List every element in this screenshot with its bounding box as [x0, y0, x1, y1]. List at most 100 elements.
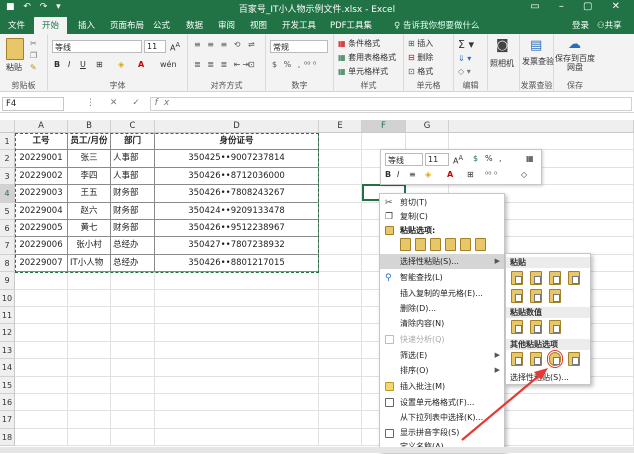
tab-developer[interactable]: 开发工具: [282, 19, 316, 31]
phonetic-icon[interactable]: wén: [160, 60, 177, 69]
mini-font-color-icon[interactable]: A: [447, 170, 453, 179]
grid-cell[interactable]: [449, 133, 634, 151]
grid-cell[interactable]: [68, 376, 111, 394]
grid-cell[interactable]: [319, 359, 362, 377]
currency-percent-icons[interactable]: $ % ,: [272, 60, 302, 69]
menu-item-smart-lookup[interactable]: ⚲ 智能查找(L): [380, 270, 504, 285]
grid-cell[interactable]: [111, 341, 155, 360]
grid-cell[interactable]: [15, 394, 68, 412]
grid-cell[interactable]: [406, 133, 449, 151]
grid-cell[interactable]: [319, 428, 362, 447]
grid-cell[interactable]: [111, 428, 155, 447]
camera-icon[interactable]: ◙: [496, 38, 509, 53]
paste-keep-column-widths-icon[interactable]: [530, 289, 542, 303]
grid-cell[interactable]: [319, 185, 362, 203]
table-cell[interactable]: 张三: [68, 150, 111, 168]
tab-review[interactable]: 审阅: [218, 19, 235, 31]
paste-link-icon[interactable]: [530, 352, 542, 366]
grid-cell[interactable]: [155, 359, 319, 377]
table-cell[interactable]: 350424••9209133478: [155, 202, 319, 220]
grow-font-icon[interactable]: AA: [170, 41, 180, 53]
select-all-corner[interactable]: [0, 120, 15, 133]
row-header-18[interactable]: 18: [0, 428, 15, 447]
wrap-text-icon[interactable]: ⇌: [248, 40, 255, 49]
grid-cell[interactable]: [319, 307, 362, 325]
mini-bold-icon[interactable]: B: [385, 170, 391, 179]
paste-option-formulas-icon[interactable]: [430, 238, 441, 251]
grid-cell[interactable]: [319, 220, 362, 238]
grid-cell[interactable]: [155, 411, 319, 429]
clear-icon[interactable]: ◇ ▾: [458, 67, 471, 76]
autosum-icon[interactable]: Σ ▾: [458, 38, 474, 51]
paste-linked-picture-icon[interactable]: [568, 352, 580, 366]
table-cell[interactable]: 财务部: [111, 202, 155, 220]
grid-cell[interactable]: [15, 272, 68, 290]
horizontal-align-icons[interactable]: ≣ ≣ ≣ ⇤⇥: [194, 60, 251, 69]
grid-cell[interactable]: [155, 324, 319, 342]
menu-item-sort[interactable]: 排序(O) ▶: [380, 363, 504, 378]
grid-cell[interactable]: [155, 394, 319, 412]
grid-cell[interactable]: [319, 237, 362, 255]
paste-values-source-format-icon[interactable]: [549, 320, 561, 334]
table-cell[interactable]: 20229007: [15, 254, 68, 273]
grid-cell[interactable]: [319, 376, 362, 394]
grid-cell[interactable]: [319, 133, 362, 151]
menu-item-insert-copied-cells[interactable]: 插入复制的单元格(E)...: [380, 286, 504, 301]
paste-formulas-number-format-icon[interactable]: [549, 271, 561, 285]
mini-size-select[interactable]: 11: [425, 153, 449, 166]
mini-eraser-icon[interactable]: ◇: [521, 170, 527, 179]
menu-item-filter[interactable]: 筛选(E) ▶: [380, 348, 504, 363]
font-size-select[interactable]: 11: [144, 40, 166, 53]
table-cell[interactable]: 20229003: [15, 185, 68, 203]
invoice-check-button-label[interactable]: 发票查验: [522, 56, 554, 67]
paste-picture-icon[interactable]: [547, 350, 563, 368]
save-to-baidu-button-label[interactable]: 保存到百度网盘: [554, 54, 596, 72]
paste-formulas-icon[interactable]: [530, 271, 542, 285]
menu-item-copy[interactable]: ❐ 复制(C): [380, 209, 504, 224]
format-painter-icon[interactable]: ✎: [30, 63, 37, 72]
grid-cell[interactable]: [319, 272, 362, 290]
paste-formatting-icon[interactable]: [511, 352, 523, 366]
menu-item-format-cells[interactable]: 设置单元格格式(F)...: [380, 395, 504, 410]
row-header-1[interactable]: 1: [0, 133, 15, 151]
column-header-d[interactable]: D: [155, 120, 319, 133]
table-format-button[interactable]: ▦ 套用表格格式: [338, 52, 396, 63]
table-cell[interactable]: 总经办: [111, 237, 155, 255]
column-header-f[interactable]: F: [362, 120, 406, 133]
cell-style-button[interactable]: ▦ 单元格样式: [338, 66, 388, 77]
grid-cell[interactable]: [15, 289, 68, 307]
grid-cell[interactable]: [68, 272, 111, 290]
menu-item-quick-analysis[interactable]: 快速分析(Q): [380, 332, 504, 347]
tab-formulas[interactable]: 公式: [153, 19, 170, 31]
grid-cell[interactable]: [319, 202, 362, 220]
row-header-7[interactable]: 7: [0, 237, 15, 255]
baidu-cloud-icon[interactable]: ☁: [568, 37, 581, 52]
underline-icon[interactable]: U: [80, 60, 86, 69]
row-header-10[interactable]: 10: [0, 289, 15, 307]
mini-font-select[interactable]: 等线: [385, 153, 423, 166]
table-cell[interactable]: 王五: [68, 185, 111, 203]
decimal-icons[interactable]: ⁰⁰ ⁰: [304, 60, 316, 69]
mini-percent-icon[interactable]: %: [485, 154, 493, 163]
grid-cell[interactable]: [319, 254, 362, 273]
grid-cell[interactable]: [362, 133, 406, 151]
copy-icon[interactable]: ❐: [30, 51, 37, 60]
paste-keep-source-format-icon[interactable]: [568, 271, 580, 285]
paste-values-number-format-icon[interactable]: [530, 320, 542, 334]
table-cell[interactable]: 赵六: [68, 202, 111, 220]
grid-cell[interactable]: [319, 289, 362, 307]
share-button[interactable]: ⚇共享: [597, 19, 622, 31]
grid-cell[interactable]: [111, 411, 155, 429]
mini-format-painter-icon[interactable]: ▦: [526, 154, 534, 163]
table-cell[interactable]: 人事部: [111, 167, 155, 186]
table-cell[interactable]: 350425••9007237814: [155, 150, 319, 168]
paste-option-transpose-icon[interactable]: [445, 238, 456, 251]
table-cell[interactable]: 20229002: [15, 167, 68, 186]
grid-cell[interactable]: [15, 307, 68, 325]
row-header-5[interactable]: 5: [0, 202, 15, 220]
table-cell[interactable]: 人事部: [111, 150, 155, 168]
table-cell[interactable]: 350426••8801217015: [155, 254, 319, 273]
formula-input[interactable]: [150, 97, 632, 111]
table-cell[interactable]: 李四: [68, 167, 111, 186]
column-header-e[interactable]: E: [319, 120, 362, 133]
